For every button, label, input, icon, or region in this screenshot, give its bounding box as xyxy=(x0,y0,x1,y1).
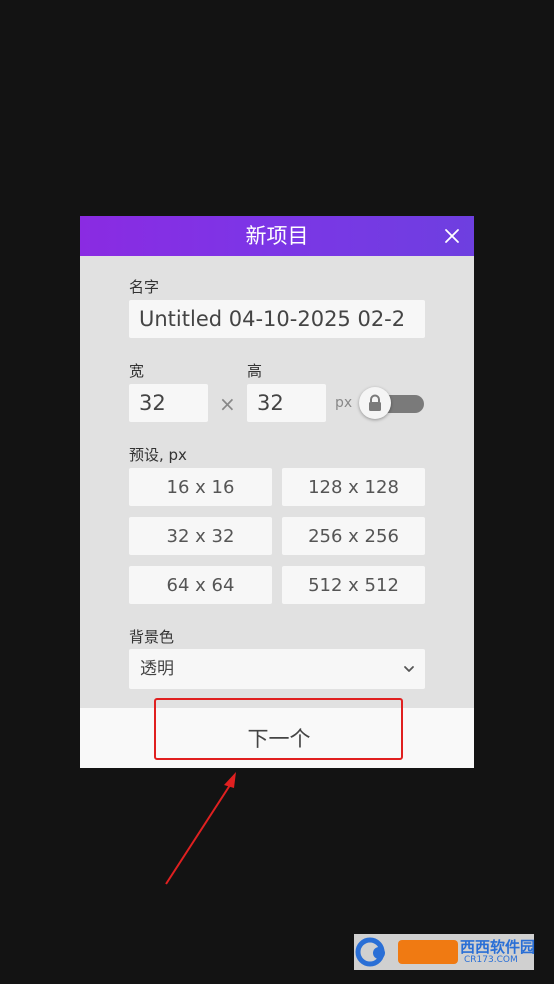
close-icon xyxy=(445,229,459,243)
preset-256-button[interactable]: 256 x 256 xyxy=(282,517,425,555)
preset-128-button[interactable]: 128 x 128 xyxy=(282,468,425,506)
width-label: 宽 xyxy=(129,362,145,380)
width-field-box xyxy=(129,384,208,422)
toggle-knob xyxy=(359,387,391,419)
width-field[interactable] xyxy=(129,384,208,422)
chevron-down-icon xyxy=(404,666,414,672)
height-field[interactable] xyxy=(247,384,326,422)
unit-label: px xyxy=(335,395,353,411)
dialog-header: 新项目 xyxy=(80,216,474,256)
preset-512-button[interactable]: 512 x 512 xyxy=(282,566,425,604)
name-label: 名字 xyxy=(129,278,160,296)
watermark-brand: 西西软件园 xyxy=(460,938,536,956)
watermark-logo: 西西软件园 CR173.COM xyxy=(354,934,536,970)
lock-icon xyxy=(369,394,381,411)
height-field-box xyxy=(247,384,326,422)
background-color-label: 背景色 xyxy=(129,628,175,646)
name-field-box xyxy=(129,300,425,338)
watermark-site: CR173.COM xyxy=(464,955,518,965)
close-button[interactable] xyxy=(438,222,466,250)
new-project-dialog: 新项目 名字 宽 高 × px xyxy=(80,216,474,768)
next-button[interactable]: 下一个 xyxy=(155,708,403,768)
background-color-value: 透明 xyxy=(140,659,174,679)
aspect-lock-toggle[interactable] xyxy=(359,387,425,421)
screen: 新项目 名字 宽 高 × px xyxy=(0,0,554,984)
dialog-title: 新项目 xyxy=(245,224,309,248)
preset-64-button[interactable]: 64 x 64 xyxy=(129,566,272,604)
times-symbol: × xyxy=(219,392,236,416)
preset-16-button[interactable]: 16 x 16 xyxy=(129,468,272,506)
height-label: 高 xyxy=(247,362,263,380)
dialog-footer: 下一个 xyxy=(80,708,474,768)
background-color-select[interactable]: 透明 xyxy=(129,649,425,689)
name-field[interactable] xyxy=(129,300,425,338)
preset-32-button[interactable]: 32 x 32 xyxy=(129,517,272,555)
presets-label: 预设, px xyxy=(129,446,187,464)
